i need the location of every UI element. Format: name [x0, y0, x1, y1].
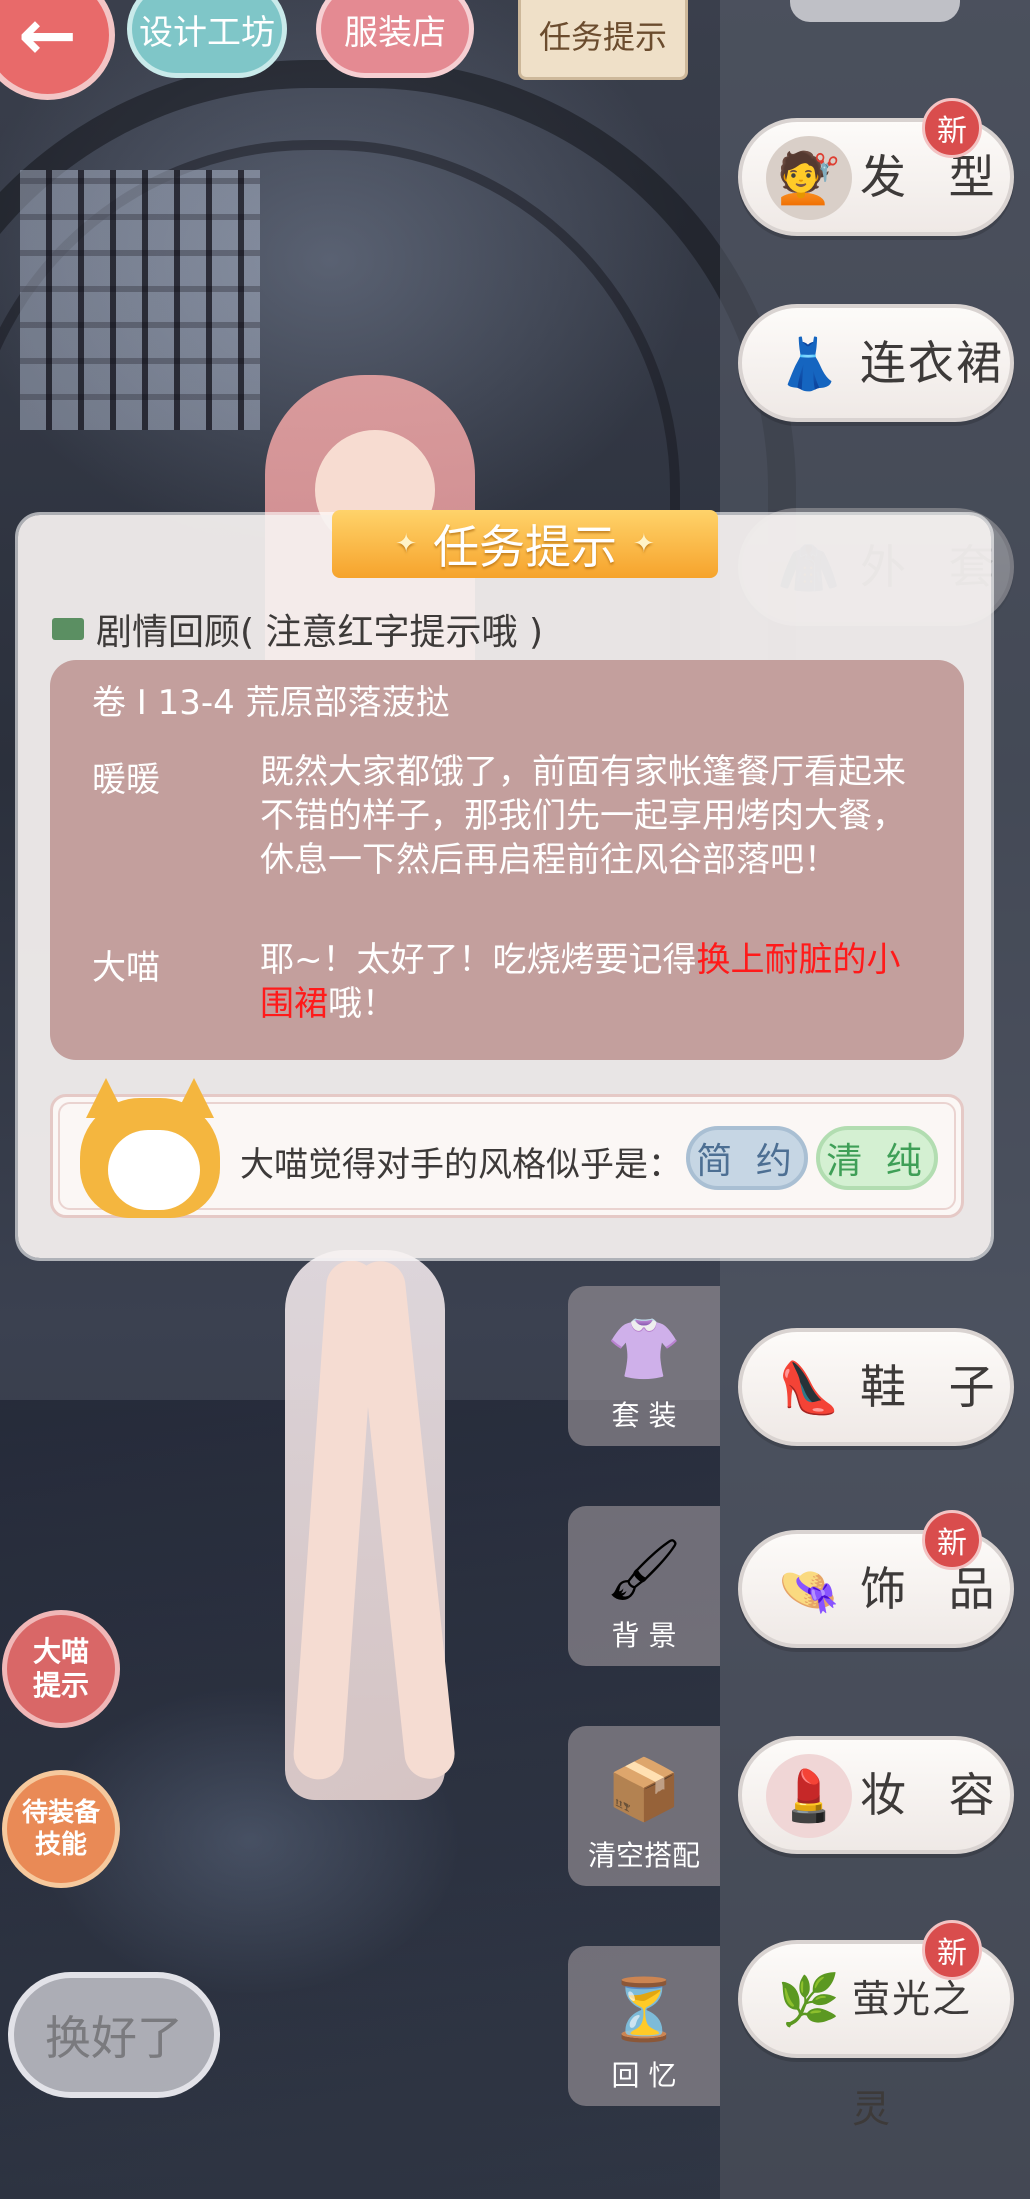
meow-hint-button[interactable]: 大喵 提示	[2, 1610, 120, 1728]
back-arrow-icon: ←	[18, 0, 77, 76]
category-shoes[interactable]: 👠 鞋 子	[738, 1328, 1014, 1446]
category-label: 妆 容	[860, 1768, 1009, 1822]
dialogue-text: 哦！	[328, 984, 396, 1024]
equip-skill-label: 待装备 技能	[21, 1798, 100, 1860]
category-accessories[interactable]: 👒 饰 品 新	[738, 1510, 1014, 1648]
task-hint-tab[interactable]: 任务提示	[518, 0, 688, 80]
dialogue-text: 耶~！太好了！吃烧烤要记得	[260, 940, 697, 980]
done-label: 换好了	[45, 2011, 183, 2065]
story-recap-heading: 剧情回顾 ( 注意红字提示哦 )	[52, 603, 543, 655]
dialogue-line: 既然大家都饿了，前面有家帐篷餐厅看起来不错的样子，那我们先一起享用烤肉大餐，休息…	[260, 752, 906, 880]
dialog-title-bar: ✦ 任务提示 ✦	[332, 510, 718, 578]
tool-label: 套 装	[611, 1399, 677, 1432]
tool-background[interactable]: 🖌 背 景	[568, 1506, 720, 1666]
category-firefly-spirit[interactable]: 🌿 萤光之灵 新	[738, 1920, 1014, 2131]
hourglass-icon: ⏳	[606, 1974, 682, 2045]
outfit-icon: 👚	[606, 1314, 682, 1385]
new-badge: 新	[922, 1920, 982, 1980]
equip-skill-button[interactable]: 待装备 技能	[2, 1770, 120, 1888]
character-legs	[291, 1258, 458, 1800]
clothing-store-button[interactable]: 服装店	[316, 0, 474, 78]
sidebar-top-handle[interactable]	[790, 0, 960, 22]
clothing-store-label: 服装店	[344, 12, 446, 53]
dialogue-line: 耶~！太好了！吃烧烤要记得换上耐脏的小围裙哦！	[260, 938, 920, 1026]
speaker-name: 暖暖	[92, 760, 160, 800]
branch-icon: 🌿	[777, 1970, 841, 2029]
sparkle-icon: ✦	[395, 529, 417, 559]
character-leg-right	[352, 1258, 458, 1782]
new-badge: 新	[922, 1510, 982, 1570]
makeup-icon: 💄	[766, 1754, 852, 1838]
opponent-style-text: 大喵觉得对手的风格似乎是：	[240, 1145, 682, 1185]
meow-hint-label: 大喵 提示	[32, 1635, 89, 1702]
category-dress[interactable]: 👗 连衣裙	[738, 304, 1014, 422]
style-tag-pure: 清 纯	[816, 1126, 938, 1190]
done-button[interactable]: 换好了	[8, 1972, 220, 2098]
task-hint-tab-label: 任务提示	[538, 18, 667, 56]
box-icon: 📦	[606, 1754, 682, 1825]
tool-memories[interactable]: ⏳ 回 忆	[568, 1946, 720, 2106]
tool-label: 背 景	[611, 1619, 677, 1652]
recap-label: 剧情回顾	[96, 612, 241, 653]
dress-icon: 👗	[777, 334, 841, 393]
category-hairstyle[interactable]: 💇 发 型 新	[738, 98, 1014, 236]
tool-outfit[interactable]: 👚 套 装	[568, 1286, 720, 1446]
design-workshop-label: 设计工坊	[139, 12, 275, 53]
hair-icon: 💇	[766, 136, 852, 220]
speaker-name: 大喵	[92, 948, 160, 988]
category-makeup[interactable]: 💄 妆 容	[738, 1736, 1014, 1854]
new-badge: 新	[922, 98, 982, 158]
chapter-title: 卷 I 13-4 荒原部落菠挞	[92, 683, 450, 723]
hat-icon: 👒	[777, 1560, 841, 1619]
recap-note: ( 注意红字提示哦 )	[240, 612, 543, 653]
category-label: 鞋 子	[860, 1360, 1009, 1414]
book-icon	[52, 618, 84, 640]
station-window	[20, 170, 260, 430]
shoes-icon: 👠	[777, 1358, 841, 1417]
style-tag-simple: 简 约	[686, 1126, 808, 1190]
category-label: 连衣裙	[860, 336, 1004, 390]
scrolled-text-fragment	[260, 724, 520, 734]
meow-mascot-avatar	[80, 1078, 220, 1224]
tool-clear-outfit[interactable]: 📦 清空搭配	[568, 1726, 720, 1886]
tool-label: 清空搭配	[587, 1839, 700, 1872]
tool-label: 回 忆	[611, 2059, 677, 2092]
mascot-face	[108, 1130, 200, 1210]
dialog-title: 任务提示	[433, 520, 617, 574]
sparkle-icon: ✦	[633, 529, 655, 559]
design-workshop-button[interactable]: 设计工坊	[127, 0, 287, 78]
brush-icon: 🖌	[605, 1534, 683, 1605]
